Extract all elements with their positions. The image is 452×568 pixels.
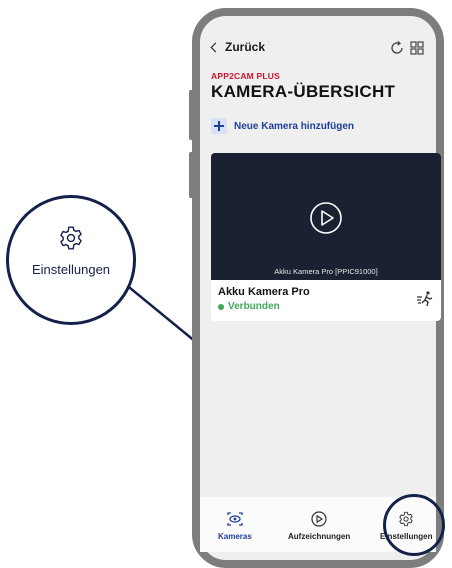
nav-label-kameras: Kameras	[218, 532, 252, 541]
nav-label-aufzeichnungen: Aufzeichnungen	[288, 532, 351, 541]
status-label: Verbunden	[228, 301, 280, 312]
nav-item-aufzeichnungen[interactable]: Aufzeichnungen	[288, 511, 350, 541]
chevron-left-icon	[210, 42, 221, 52]
top-bar: Zurück	[208, 40, 438, 62]
play-circle-icon	[311, 511, 327, 527]
status-badge: Verbunden	[218, 301, 280, 312]
camera-card[interactable]: Akku Kamera Pro [PPIC91000] Akku Kamera …	[211, 153, 441, 321]
page-title: KAMERA-ÜBERSICHT	[211, 82, 396, 101]
nav-item-kameras[interactable]: Kameras	[218, 511, 252, 541]
motion-detection-icon[interactable]	[416, 290, 434, 308]
add-camera-button[interactable]: Neue Kamera hinzufügen	[211, 118, 354, 134]
gear-icon	[60, 226, 82, 250]
callout-label: Einstellungen	[31, 262, 111, 277]
camera-preview[interactable]: Akku Kamera Pro [PPIC91000]	[211, 153, 441, 280]
callout-magnifier: Einstellungen	[6, 195, 136, 325]
back-button[interactable]: Zurück	[210, 40, 266, 54]
camera-eye-icon	[227, 512, 243, 526]
video-caption: Akku Kamera Pro [PPIC91000]	[274, 267, 378, 276]
status-dot-icon	[218, 303, 224, 310]
plus-icon	[211, 118, 227, 134]
camera-name: Akku Kamera Pro	[218, 286, 310, 298]
highlight-circle	[383, 494, 445, 556]
grid-icon[interactable]	[410, 41, 424, 55]
refresh-icon[interactable]	[389, 40, 405, 56]
add-camera-label: Neue Kamera hinzufügen	[234, 120, 355, 132]
brand-label: APP2CAM PLUS	[211, 71, 280, 81]
play-icon[interactable]	[309, 201, 343, 235]
back-label: Zurück	[225, 40, 266, 54]
